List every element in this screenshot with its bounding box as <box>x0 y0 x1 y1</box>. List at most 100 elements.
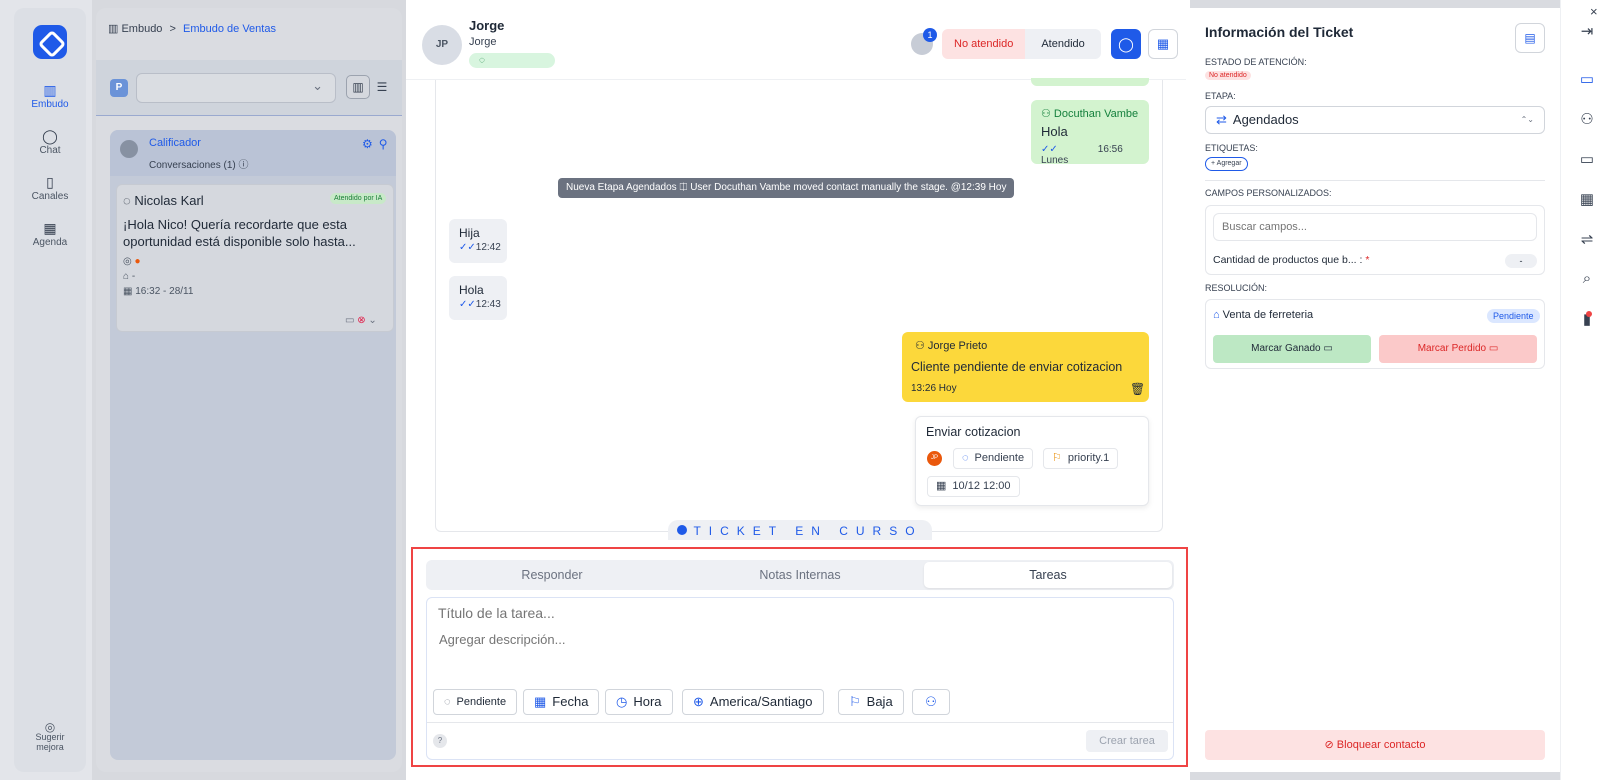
mark-lost-button[interactable]: Marcar Perdido ▭ <box>1379 335 1537 363</box>
close-circle-icon[interactable]: ⊗ <box>357 315 365 326</box>
contact-name: Jorge <box>469 18 505 33</box>
message-time: ✓✓12:42 <box>459 242 501 253</box>
assign-icon[interactable]: ⚲ <box>379 137 394 151</box>
status-attended-button[interactable]: Atendido <box>1025 29 1101 59</box>
task-title: Enviar cotizacion <box>926 425 1021 439</box>
sidebar-item-agenda[interactable]: ▦ Agenda <box>14 220 86 248</box>
collapse-panel-icon[interactable]: ⇥ <box>1560 22 1614 40</box>
etapa-select[interactable]: ⇄ Agendados <box>1205 106 1545 134</box>
create-task-button[interactable]: Crear tarea <box>1086 730 1168 752</box>
contact-avatar[interactable]: JP <box>422 25 462 65</box>
calendar-icon: ▦ <box>123 286 133 297</box>
trash-icon[interactable]: 🗑 <box>1130 382 1145 396</box>
estado-badge: No atendido <box>1205 71 1251 80</box>
note-text: Cliente pendiente de enviar cotizacion <box>911 360 1123 374</box>
app-logo[interactable] <box>33 25 67 59</box>
schedule-button[interactable]: ▦ <box>1148 29 1178 59</box>
info-icon[interactable]: ⓘ <box>239 160 249 171</box>
deal-name: ⌂ Venta de ferreteria <box>1213 309 1314 321</box>
status-dashed-icon: ◌ <box>444 696 451 708</box>
export-document-button[interactable]: ▤ <box>1515 23 1545 53</box>
breadcrumb-root[interactable]: Embudo <box>121 23 162 35</box>
sidebar-item-embudo[interactable]: ▥ Embudo <box>14 76 86 116</box>
breadcrumb-current[interactable]: Embudo de Ventas <box>183 23 276 35</box>
chevron-down-icon[interactable]: ⌄ <box>368 315 376 326</box>
tab-responder[interactable]: Responder <box>428 562 676 588</box>
message-time: ✓✓12:43 <box>459 299 501 310</box>
add-tag-button[interactable]: + Agregar <box>1205 157 1248 171</box>
flag-icon: ⚐ <box>849 694 861 709</box>
whatsapp-channel-pill: ◌ <box>469 53 555 68</box>
list-view-icon[interactable]: ☰ <box>370 76 394 100</box>
help-icon[interactable]: ? <box>433 734 447 748</box>
card-actions[interactable]: ▭ ⊗ ⌄ <box>345 315 377 326</box>
task-assignee-button[interactable]: ⚇ <box>912 689 950 715</box>
ticket-icon: ▭ <box>1323 343 1333 354</box>
task-date-button[interactable]: ▦ Fecha <box>523 689 600 715</box>
etapa-label: ETAPA: <box>1205 91 1236 101</box>
globe-icon: ⊕ <box>693 694 704 709</box>
task-form <box>426 597 1174 760</box>
sidebar-item-canales[interactable]: ▯ Canales <box>14 174 86 202</box>
whatsapp-icon: ◌ <box>479 55 485 66</box>
users-icon: ⚇ <box>925 694 937 709</box>
automation-icon[interactable]: ⚙ <box>362 137 379 151</box>
clock-icon: ◷ <box>616 694 628 709</box>
message-text: Hola <box>1041 124 1068 139</box>
resolucion-label: RESOLUCIÓN: <box>1205 283 1268 293</box>
pipeline-select[interactable] <box>136 73 336 103</box>
column-actions[interactable]: ⚙⚲ <box>362 137 394 151</box>
task-priority-chip[interactable]: ⚐ priority.1 <box>1043 448 1119 469</box>
note-time: 13:26 Hoy <box>911 383 957 394</box>
block-contact-button[interactable]: ⊘ Bloquear contacto <box>1205 730 1545 760</box>
close-icon[interactable]: × <box>1590 4 1598 19</box>
message-author: ⚇ Docuthan Vambe <box>1041 108 1139 120</box>
note-author: ⚇ Jorge Prieto <box>915 340 988 352</box>
search-fields-input[interactable] <box>1213 213 1537 241</box>
sidebar-item-chat[interactable]: ◯ Chat <box>14 128 86 156</box>
task-description-input[interactable] <box>439 632 1139 647</box>
calendar-icon: ▦ <box>43 220 57 236</box>
task-time-button[interactable]: ◷ Hora <box>605 689 673 715</box>
ticket-icon[interactable]: ▭ <box>1560 62 1614 96</box>
deal-status-badge: Pendiente <box>1487 309 1540 323</box>
ticket-in-progress-banner: TICKET EN CURSO <box>668 520 932 540</box>
agent-avatar-icon: ● <box>134 256 141 267</box>
whatsapp-icon: ◌ <box>123 193 135 208</box>
calendar-icon[interactable]: ▦ <box>1560 190 1614 208</box>
status-dot <box>677 525 688 535</box>
double-check-icon: ✓✓ <box>1041 144 1058 155</box>
ai-attended-badge: Atendido por IA <box>330 193 387 204</box>
status-unattended-button[interactable]: No atendido <box>942 29 1026 59</box>
view-toggle[interactable]: ▥ ☰ <box>346 75 402 101</box>
tag-icon: ⌂ <box>123 271 130 282</box>
system-stage-message: Nueva Etapa Agendados ⎅ User Docuthan Va… <box>558 178 1015 198</box>
task-timezone-button[interactable]: ⊕ America/Santiago <box>682 689 824 715</box>
calendar-icon: ▦ <box>936 480 947 492</box>
task-date-chip[interactable]: ▦ 10/12 12:00 <box>927 476 1020 497</box>
folder-icon[interactable]: ▭ <box>1560 150 1614 168</box>
custom-field-value[interactable]: - <box>1505 254 1537 268</box>
etiquetas-label: ETIQUETAS: <box>1205 143 1258 153</box>
task-status-button[interactable]: ◌ Pendiente <box>433 689 518 715</box>
ban-icon: ⊘ <box>1324 739 1337 751</box>
swap-icon: ⇄ <box>1216 112 1227 127</box>
composer-tabs: Responder Notas Internas Tareas <box>426 560 1174 590</box>
task-priority-button[interactable]: ⚐ Baja <box>838 689 904 715</box>
task-title-input[interactable] <box>438 605 1138 621</box>
user-icon[interactable]: ⚇ <box>1560 110 1614 128</box>
search-icon[interactable]: ⌕ <box>1560 270 1614 287</box>
suggest-improvement-button[interactable]: ◎ Sugerir mejora <box>30 721 70 752</box>
chat-icon: ◯ <box>42 128 58 144</box>
mark-won-button[interactable]: Marcar Ganado ▭ <box>1213 335 1371 363</box>
estado-label: ESTADO DE ATENCIÓN: <box>1205 57 1307 67</box>
board-view-icon[interactable]: ▥ <box>346 75 370 99</box>
chat-button[interactable]: ◯ <box>1111 29 1141 59</box>
tab-tareas[interactable]: Tareas <box>924 562 1172 588</box>
campos-label: CAMPOS PERSONALIZADOS: <box>1205 188 1332 198</box>
archive-icon[interactable]: ▭ <box>345 315 354 326</box>
tab-notas-internas[interactable]: Notas Internas <box>676 562 924 588</box>
task-status-chip[interactable]: ◌ Pendiente <box>953 448 1034 469</box>
pipeline-badge: P <box>110 79 128 97</box>
flow-icon[interactable]: ⇌ <box>1560 230 1614 248</box>
